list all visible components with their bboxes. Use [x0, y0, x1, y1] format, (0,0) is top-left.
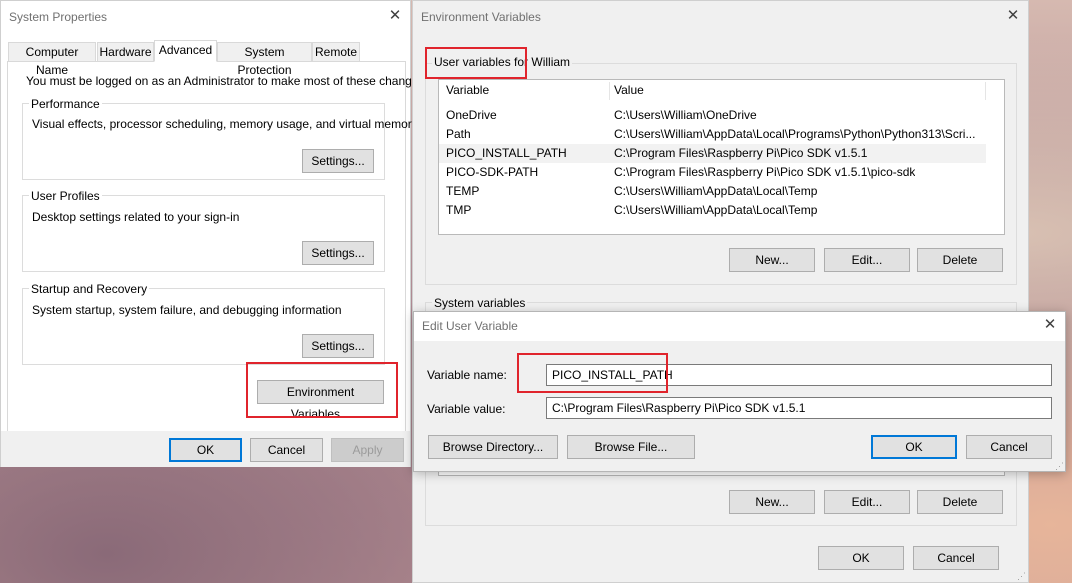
ok-button[interactable]: OK [871, 435, 957, 459]
variable-name-cell: TMP [446, 203, 472, 217]
column-divider [985, 82, 986, 100]
system-new-button[interactable]: New... [729, 490, 815, 514]
admin-note: You must be logged on as an Administrato… [26, 74, 428, 88]
user-profiles-label: User Profiles [29, 189, 102, 203]
variable-value-cell: C:\Program Files\Raspberry Pi\Pico SDK v… [614, 146, 868, 160]
user-profiles-desc: Desktop settings related to your sign-in [32, 210, 240, 224]
browse-directory-button[interactable]: Browse Directory... [428, 435, 558, 459]
user-profiles-settings-button[interactable]: Settings... [302, 241, 374, 265]
variable-value-cell: C:\Users\William\OneDrive [614, 108, 757, 122]
resize-grip-icon[interactable]: ⋰ [1017, 571, 1027, 581]
variable-value-cell: C:\Program Files\Raspberry Pi\Pico SDK v… [614, 165, 916, 179]
performance-settings-button[interactable]: Settings... [302, 149, 374, 173]
edit-dialog-title: Edit User Variable [422, 319, 518, 333]
ok-button[interactable]: OK [169, 438, 242, 462]
tab-advanced[interactable]: Advanced [154, 40, 217, 62]
tab-computer-name[interactable]: Computer Name [8, 42, 96, 77]
performance-desc: Visual effects, processor scheduling, me… [32, 117, 418, 131]
system-variables-label: System variables [432, 296, 528, 310]
table-row[interactable]: Path C:\Users\William\AppData\Local\Prog… [439, 125, 986, 144]
system-delete-button[interactable]: Delete [917, 490, 1003, 514]
variable-name-cell: Path [446, 127, 471, 141]
variable-value-field[interactable]: C:\Program Files\Raspberry Pi\Pico SDK v… [546, 397, 1052, 419]
startup-recovery-settings-button[interactable]: Settings... [302, 334, 374, 358]
variable-value-cell: C:\Users\William\AppData\Local\Temp [614, 184, 818, 198]
cancel-button[interactable]: Cancel [966, 435, 1052, 459]
column-value[interactable]: Value [614, 83, 644, 97]
cancel-button[interactable]: Cancel [913, 546, 999, 570]
variable-name-cell: TEMP [446, 184, 480, 198]
close-icon[interactable]: ✕ [385, 6, 405, 26]
table-row[interactable]: PICO-SDK-PATH C:\Program Files\Raspberry… [439, 163, 986, 182]
variable-value-label: Variable value: [427, 402, 506, 416]
variable-name-field[interactable]: PICO_INSTALL_PATH [546, 364, 1052, 386]
env-vars-title: Environment Variables [421, 10, 541, 24]
resize-grip-icon[interactable]: ⋰ [1055, 461, 1065, 471]
table-row[interactable]: TMP C:\Users\William\AppData\Local\Temp [439, 201, 986, 220]
apply-button[interactable]: Apply [331, 438, 404, 462]
tab-system-protection[interactable]: System Protection [217, 42, 312, 77]
tab-remote[interactable]: Remote [312, 42, 360, 62]
ok-button[interactable]: OK [818, 546, 904, 570]
variable-name-label: Variable name: [427, 368, 507, 382]
startup-recovery-label: Startup and Recovery [29, 282, 150, 296]
system-edit-button[interactable]: Edit... [824, 490, 910, 514]
variable-name-cell: PICO_INSTALL_PATH [446, 146, 567, 160]
variable-value-cell: C:\Users\William\AppData\Local\Programs\… [614, 127, 976, 141]
cancel-button[interactable]: Cancel [250, 438, 323, 462]
table-row[interactable]: TEMP C:\Users\William\AppData\Local\Temp [439, 182, 986, 201]
table-row[interactable]: PICO_INSTALL_PATH C:\Program Files\Raspb… [439, 144, 986, 163]
environment-variables-window: Environment Variables ✕ User variables f… [412, 0, 1029, 583]
user-variables-list[interactable]: Variable Value OneDrive C:\Users\William… [438, 79, 1005, 235]
table-row[interactable]: OneDrive C:\Users\William\OneDrive [439, 106, 986, 125]
variable-value-cell: C:\Users\William\AppData\Local\Temp [614, 203, 818, 217]
system-properties-window: System Properties ✕ Computer Name Hardwa… [0, 0, 428, 467]
close-icon[interactable]: ✕ [1040, 315, 1060, 335]
list-header: Variable Value [439, 80, 1004, 104]
tab-hardware[interactable]: Hardware [97, 42, 154, 62]
variable-name-cell: PICO-SDK-PATH [446, 165, 539, 179]
user-new-button[interactable]: New... [729, 248, 815, 272]
user-variables-label: User variables for William [432, 55, 573, 69]
column-divider [609, 82, 610, 100]
edit-user-variable-dialog: Edit User Variable ✕ Variable name: PICO… [413, 311, 1066, 472]
browse-file-button[interactable]: Browse File... [567, 435, 695, 459]
list-scrollbar[interactable] [987, 80, 1004, 234]
user-edit-button[interactable]: Edit... [824, 248, 910, 272]
startup-recovery-desc: System startup, system failure, and debu… [32, 303, 342, 317]
close-icon[interactable]: ✕ [1003, 6, 1023, 26]
user-delete-button[interactable]: Delete [917, 248, 1003, 272]
performance-label: Performance [29, 97, 102, 111]
system-properties-title: System Properties [9, 10, 108, 24]
variable-name-cell: OneDrive [446, 108, 497, 122]
environment-variables-button[interactable]: Environment Variables... [257, 380, 384, 421]
column-variable[interactable]: Variable [446, 83, 489, 97]
